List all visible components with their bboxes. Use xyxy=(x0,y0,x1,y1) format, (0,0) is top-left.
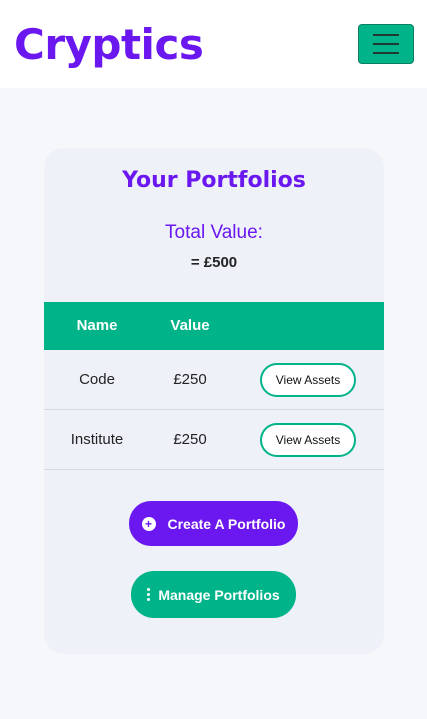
column-header-value: Value xyxy=(170,317,210,334)
page-title: Your Portfolios xyxy=(122,168,306,193)
plus-circle-icon: + xyxy=(141,516,156,531)
brand-logo[interactable]: Cryptics xyxy=(14,18,204,72)
manage-portfolios-button[interactable]: Manage Portfolios xyxy=(131,571,296,618)
column-header-name: Name xyxy=(76,317,118,334)
portfolio-table: Name Value Code £250 View Assets Institu… xyxy=(44,302,384,470)
create-portfolio-label: Create A Portfolio xyxy=(167,515,286,532)
vertical-dots-icon xyxy=(147,588,151,601)
portfolio-value: £250 xyxy=(173,371,207,388)
navbar: Cryptics xyxy=(0,0,427,88)
total-value-amount: = £500 xyxy=(190,254,238,271)
portfolio-card: Your Portfolios Total Value: = £500 Name… xyxy=(44,148,384,654)
portfolio-name: Code xyxy=(79,371,115,388)
hamburger-icon xyxy=(373,34,399,36)
total-value-label: Total Value: xyxy=(165,222,263,243)
view-assets-button[interactable]: View Assets xyxy=(260,423,356,457)
portfolio-name: Institute xyxy=(70,431,124,448)
menu-toggle-button[interactable] xyxy=(358,24,414,64)
portfolio-value: £250 xyxy=(173,431,207,448)
hamburger-icon xyxy=(373,52,399,54)
hamburger-icon xyxy=(373,43,399,45)
table-header: Name Value xyxy=(44,302,384,350)
view-assets-button[interactable]: View Assets xyxy=(260,363,356,397)
table-row: Code £250 View Assets xyxy=(44,350,384,410)
create-portfolio-button[interactable]: + Create A Portfolio xyxy=(129,501,298,546)
table-row: Institute £250 View Assets xyxy=(44,410,384,470)
manage-portfolios-label: Manage Portfolios xyxy=(158,586,280,603)
